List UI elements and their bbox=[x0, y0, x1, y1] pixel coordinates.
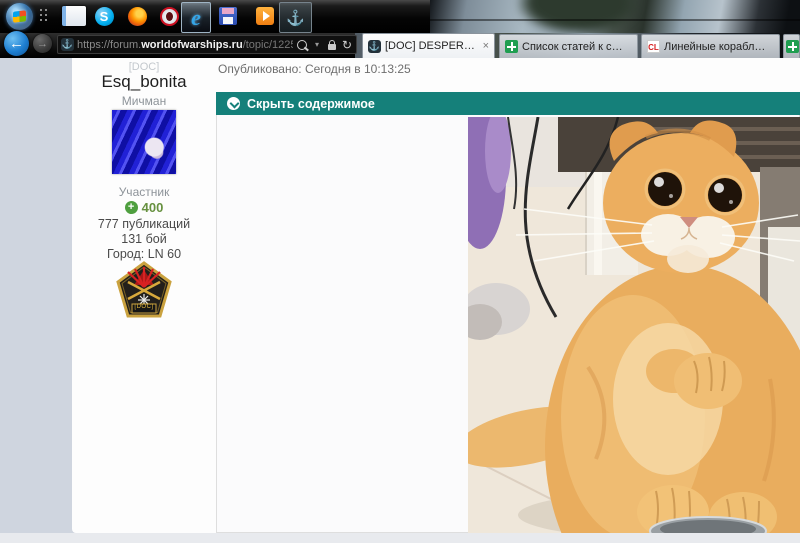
page-bottom-strip bbox=[0, 533, 800, 543]
start-button[interactable] bbox=[6, 3, 33, 30]
refresh-icon[interactable]: ↻ bbox=[341, 38, 353, 51]
media-player-icon[interactable] bbox=[255, 6, 275, 26]
site-favicon-anchor-icon: ⚓ bbox=[61, 38, 74, 51]
opera-icon[interactable] bbox=[159, 6, 179, 26]
avatar[interactable] bbox=[112, 110, 176, 174]
back-button[interactable]: ← bbox=[4, 31, 29, 56]
reputation-value: 400 bbox=[142, 200, 164, 215]
tab-partial[interactable]: В bbox=[783, 34, 800, 58]
lock-icon bbox=[326, 38, 338, 51]
skype-icon[interactable]: S bbox=[94, 6, 114, 26]
clan-badge bbox=[115, 261, 173, 319]
firefox-icon[interactable] bbox=[127, 6, 147, 26]
internet-explorer-icon[interactable]: e bbox=[181, 2, 211, 33]
address-bar[interactable]: ⚓ https://forum.worldofwarships.ru/topic… bbox=[57, 35, 357, 54]
world-of-warships-icon[interactable]: ⚓ bbox=[279, 2, 312, 33]
taskbar: S e ⚓ bbox=[0, 0, 800, 33]
cat-illustration bbox=[468, 117, 800, 533]
clan-badge-label: [DOC] bbox=[115, 304, 173, 310]
spoiler-toggle[interactable]: Скрыть содержимое bbox=[216, 92, 800, 115]
author-member-group: Участник bbox=[72, 185, 216, 199]
taskbar-separator bbox=[40, 9, 48, 23]
author-battles-count: 131 бой bbox=[72, 232, 216, 246]
tab-favicon-anchor-icon: ⚓ bbox=[368, 40, 381, 53]
tab-lineynye-korabli[interactable]: CL Линейные корабли типа "Ки... bbox=[641, 34, 780, 58]
chevron-down-icon[interactable]: ▾ bbox=[311, 38, 323, 51]
cl-favicon-icon: CL bbox=[647, 40, 660, 53]
green-cross-favicon-icon bbox=[786, 40, 799, 53]
floppy-app-icon[interactable] bbox=[218, 6, 238, 26]
chevron-down-circle-icon bbox=[227, 97, 240, 110]
cat-photo bbox=[468, 117, 800, 533]
search-icon[interactable] bbox=[296, 38, 308, 51]
url-text: https://forum.worldofwarships.ru/topic/1… bbox=[77, 39, 293, 51]
desktop-wallpaper bbox=[430, 0, 800, 33]
forward-button[interactable]: → bbox=[33, 34, 52, 53]
author-city: Город: LN 60 bbox=[72, 247, 216, 261]
post-published-timestamp: Опубликовано: Сегодня в 10:13:25 bbox=[218, 62, 411, 76]
author-posts-count: 777 публикаций bbox=[72, 217, 216, 231]
forum-page: [DOC] Esq_bonita Мичман Участник + 400 7… bbox=[0, 58, 800, 543]
reputation-row: + 400 bbox=[72, 200, 216, 215]
wallpaper-tree bbox=[518, 0, 638, 33]
tab-spisok-statey[interactable]: Список статей к созданию - ... bbox=[499, 34, 638, 58]
spoiler-toggle-label: Скрыть содержимое bbox=[247, 97, 375, 111]
notepad-icon[interactable] bbox=[62, 6, 86, 26]
author-username[interactable]: Esq_bonita bbox=[72, 72, 216, 92]
author-rank: Мичман bbox=[72, 94, 216, 108]
green-cross-favicon-icon bbox=[505, 40, 518, 53]
tab-doc-desperate[interactable]: ⚓ [DOC] DESPERATE OLD C... × bbox=[362, 33, 495, 58]
close-tab-icon[interactable]: × bbox=[483, 40, 489, 52]
windows-logo-icon bbox=[13, 10, 26, 22]
reputation-plus-icon: + bbox=[125, 201, 138, 214]
